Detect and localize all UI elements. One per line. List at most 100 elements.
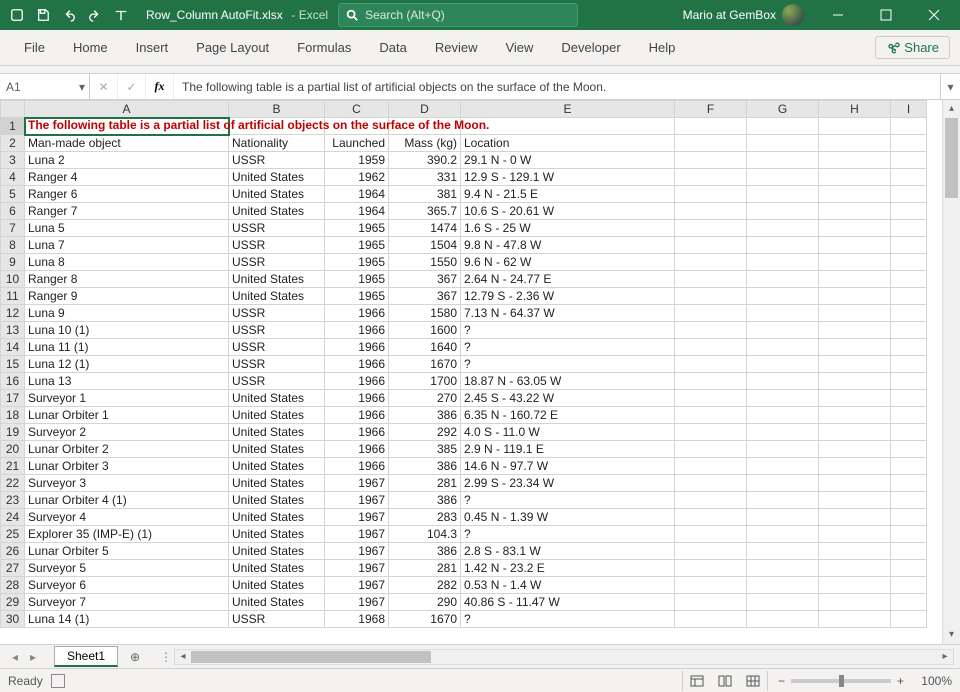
tab-review[interactable]: Review xyxy=(421,32,492,63)
cell[interactable]: Surveyor 6 xyxy=(25,577,229,594)
scroll-up-icon[interactable]: ▴ xyxy=(943,100,960,118)
row-header[interactable]: 11 xyxy=(1,288,25,305)
cell[interactable] xyxy=(675,254,747,271)
cell[interactable] xyxy=(891,611,927,628)
cell[interactable]: 1964 xyxy=(325,203,389,220)
cell[interactable] xyxy=(675,220,747,237)
cell[interactable]: Luna 5 xyxy=(25,220,229,237)
undo-icon[interactable] xyxy=(58,4,80,26)
save-icon[interactable] xyxy=(32,4,54,26)
cell[interactable]: 1966 xyxy=(325,458,389,475)
cell[interactable] xyxy=(675,594,747,611)
cell[interactable] xyxy=(675,237,747,254)
cell[interactable] xyxy=(819,288,891,305)
cell[interactable]: 367 xyxy=(389,288,461,305)
cell[interactable]: ? xyxy=(461,339,675,356)
cell[interactable]: 1965 xyxy=(325,254,389,271)
tab-home[interactable]: Home xyxy=(59,32,122,63)
sheet-tab-active[interactable]: Sheet1 xyxy=(54,646,118,667)
cell[interactable]: Ranger 6 xyxy=(25,186,229,203)
cell[interactable]: Surveyor 2 xyxy=(25,424,229,441)
cell[interactable]: ? xyxy=(461,526,675,543)
cell[interactable] xyxy=(747,424,819,441)
cell[interactable]: Surveyor 3 xyxy=(25,475,229,492)
zoom-out-button[interactable]: − xyxy=(778,674,785,688)
row-header[interactable]: 2 xyxy=(1,135,25,152)
cell[interactable]: United States xyxy=(229,271,325,288)
row-header[interactable]: 30 xyxy=(1,611,25,628)
cell[interactable]: 1967 xyxy=(325,526,389,543)
cell[interactable] xyxy=(891,373,927,390)
cell[interactable]: 1640 xyxy=(389,339,461,356)
cell[interactable]: 1966 xyxy=(325,441,389,458)
col-header-I[interactable]: I xyxy=(891,101,927,118)
row-header[interactable]: 14 xyxy=(1,339,25,356)
scroll-left-icon[interactable]: ◂ xyxy=(175,651,191,662)
accept-formula-icon[interactable]: ✓ xyxy=(118,74,146,99)
cell[interactable]: 1966 xyxy=(325,322,389,339)
cell[interactable] xyxy=(747,305,819,322)
cell[interactable]: 1504 xyxy=(389,237,461,254)
row-header[interactable]: 20 xyxy=(1,441,25,458)
cell[interactable] xyxy=(891,441,927,458)
scroll-right-icon[interactable]: ▸ xyxy=(937,651,953,662)
cell[interactable]: 1967 xyxy=(325,492,389,509)
cell[interactable] xyxy=(747,339,819,356)
page-break-view-button[interactable] xyxy=(739,671,767,691)
col-header-G[interactable]: G xyxy=(747,101,819,118)
cell[interactable] xyxy=(891,237,927,254)
cell[interactable]: 1966 xyxy=(325,407,389,424)
cell[interactable]: United States xyxy=(229,424,325,441)
cell[interactable]: 1967 xyxy=(325,543,389,560)
cell[interactable]: United States xyxy=(229,288,325,305)
row-header[interactable]: 15 xyxy=(1,356,25,373)
tab-file[interactable]: File xyxy=(10,32,59,63)
cell[interactable]: 283 xyxy=(389,509,461,526)
cell[interactable]: Lunar Orbiter 1 xyxy=(25,407,229,424)
cell[interactable] xyxy=(819,611,891,628)
cell[interactable]: 290 xyxy=(389,594,461,611)
row-header[interactable]: 5 xyxy=(1,186,25,203)
cell[interactable]: ? xyxy=(461,492,675,509)
row-header[interactable]: 9 xyxy=(1,254,25,271)
cell[interactable]: Lunar Orbiter 4 (1) xyxy=(25,492,229,509)
tab-page-layout[interactable]: Page Layout xyxy=(182,32,283,63)
close-button[interactable] xyxy=(912,0,956,30)
cell[interactable] xyxy=(747,254,819,271)
cell[interactable]: 1.42 N - 23.2 E xyxy=(461,560,675,577)
cell[interactable] xyxy=(675,543,747,560)
cell[interactable] xyxy=(891,424,927,441)
redo-icon[interactable] xyxy=(84,4,106,26)
cell[interactable]: Ranger 8 xyxy=(25,271,229,288)
cell[interactable] xyxy=(747,186,819,203)
cell[interactable]: Luna 2 xyxy=(25,152,229,169)
cell[interactable] xyxy=(819,339,891,356)
cell[interactable] xyxy=(747,373,819,390)
cell[interactable]: Luna 13 xyxy=(25,373,229,390)
row-header[interactable]: 29 xyxy=(1,594,25,611)
cell[interactable]: USSR xyxy=(229,356,325,373)
cell[interactable]: Explorer 35 (IMP-E) (1) xyxy=(25,526,229,543)
row-header[interactable]: 4 xyxy=(1,169,25,186)
cell[interactable]: Ranger 7 xyxy=(25,203,229,220)
cell[interactable] xyxy=(891,526,927,543)
cell[interactable] xyxy=(819,135,891,152)
cell[interactable]: The following table is a partial list of… xyxy=(25,118,229,135)
cell[interactable] xyxy=(675,288,747,305)
tab-view[interactable]: View xyxy=(491,32,547,63)
cell[interactable] xyxy=(819,186,891,203)
cell[interactable] xyxy=(675,203,747,220)
cell[interactable] xyxy=(747,322,819,339)
cell[interactable]: 385 xyxy=(389,441,461,458)
cell[interactable] xyxy=(819,492,891,509)
cell[interactable]: 40.86 S - 11.47 W xyxy=(461,594,675,611)
row-header[interactable]: 10 xyxy=(1,271,25,288)
cell[interactable] xyxy=(819,594,891,611)
cell[interactable]: 1965 xyxy=(325,220,389,237)
cell[interactable] xyxy=(675,458,747,475)
cell[interactable] xyxy=(891,118,927,135)
new-sheet-button[interactable]: ⊕ xyxy=(124,646,146,668)
cell[interactable] xyxy=(819,169,891,186)
cell[interactable] xyxy=(891,271,927,288)
cell[interactable] xyxy=(747,152,819,169)
